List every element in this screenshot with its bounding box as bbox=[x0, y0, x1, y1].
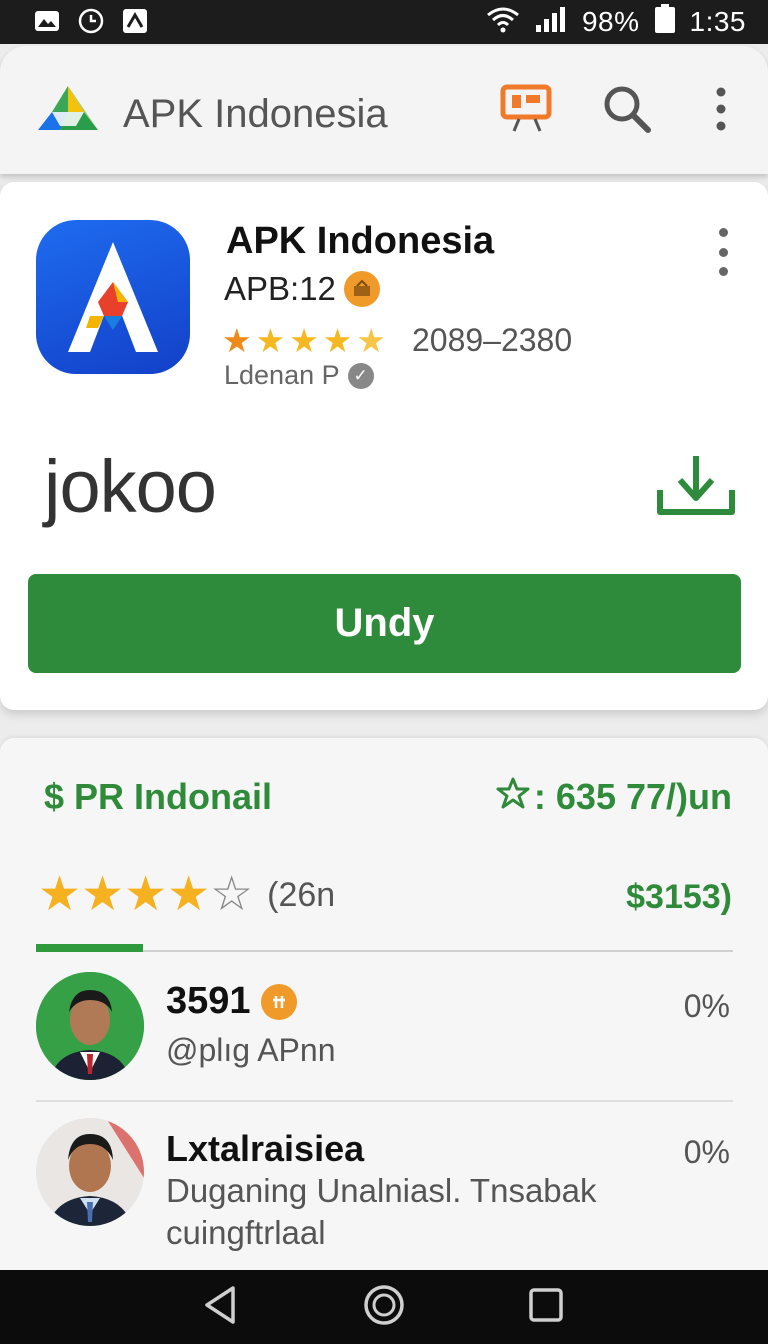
search-icon bbox=[602, 84, 652, 139]
star-icon: ★ bbox=[356, 321, 386, 359]
app-icon bbox=[36, 220, 190, 374]
battery-icon bbox=[654, 4, 676, 39]
search-button[interactable] bbox=[598, 82, 656, 140]
status-bar: 98% 1:35 bbox=[0, 0, 768, 44]
battery-percent: 98% bbox=[581, 5, 640, 37]
app-bar-title: APK Indonesia bbox=[123, 92, 388, 136]
presentation-button[interactable] bbox=[498, 82, 556, 140]
notification-icon bbox=[122, 8, 148, 34]
app-card-more-button[interactable] bbox=[708, 228, 738, 276]
clock-icon bbox=[78, 8, 104, 34]
back-button[interactable] bbox=[196, 1283, 244, 1331]
review-percent: 0% bbox=[683, 1134, 730, 1170]
star-icon: ★ bbox=[322, 321, 353, 359]
reviews-card: $ PR Indonail : 635 77/)un ★ ★ ★ ★ ☆ (26… bbox=[0, 738, 768, 1344]
star-icon: ★ bbox=[124, 868, 168, 921]
star-icon: ★ bbox=[289, 321, 319, 359]
home-circle-icon bbox=[362, 1283, 406, 1332]
verified-check-icon: ✓ bbox=[347, 362, 374, 389]
recents-button[interactable] bbox=[522, 1283, 570, 1331]
app-bar: APK Indonesia bbox=[0, 46, 768, 174]
review-divider bbox=[36, 1100, 733, 1102]
reviewer-name: Lxtalraisiea bbox=[166, 1128, 365, 1169]
app-rating-stars: ★ ★ ★ ★ ★ bbox=[222, 321, 386, 359]
more-vert-button[interactable] bbox=[692, 82, 750, 140]
star-icon: ★ bbox=[222, 321, 252, 359]
app-downloads: 2089–2380 bbox=[411, 322, 573, 358]
star-outline-icon bbox=[496, 776, 530, 818]
avatar bbox=[36, 972, 144, 1080]
gallery-icon bbox=[34, 8, 60, 34]
triangle-logo-icon bbox=[36, 82, 100, 142]
star-icon: ★ bbox=[255, 321, 286, 359]
wifi-icon bbox=[486, 5, 520, 38]
back-triangle-icon bbox=[203, 1285, 237, 1330]
review-body: Duganing Unalniasl. Tnsabak cuingftrlaal bbox=[166, 1172, 597, 1251]
recents-square-icon bbox=[528, 1287, 564, 1328]
app-version: APB:12 bbox=[224, 270, 336, 307]
download-icon[interactable] bbox=[656, 452, 738, 518]
brand-wordmark: jokoo bbox=[44, 445, 217, 528]
tab-indicator bbox=[36, 944, 143, 952]
avatar bbox=[36, 1118, 144, 1226]
clock-time: 1:35 bbox=[689, 5, 746, 37]
star-icon: ★ bbox=[81, 868, 125, 921]
presentation-icon bbox=[499, 83, 555, 140]
rating-summary-text: : 635 77/)un bbox=[533, 776, 732, 817]
more-vert-icon bbox=[714, 87, 728, 136]
app-details-card: APK Indonesia APB:12 ★ ★ ★ ★ ★ 2089–2380… bbox=[0, 182, 768, 710]
star-empty-icon: ☆ bbox=[210, 868, 254, 921]
navigation-bar bbox=[0, 1270, 768, 1344]
review-count: (26n bbox=[267, 875, 336, 914]
price-value: $3153) bbox=[626, 878, 732, 916]
reviewer-handle: @plıg APnn bbox=[166, 1032, 336, 1068]
developer-name[interactable]: Ldenan P bbox=[224, 360, 340, 391]
reviewer-name: 3591 bbox=[166, 980, 251, 1022]
coin-badge-icon bbox=[260, 983, 297, 1020]
review-percent: 0% bbox=[683, 988, 730, 1024]
editor-badge-icon bbox=[343, 271, 380, 307]
rating-summary: : 635 77/)un bbox=[496, 776, 732, 818]
star-icon: ★ bbox=[167, 868, 211, 921]
signal-icon bbox=[534, 5, 568, 38]
star-icon: ★ bbox=[38, 868, 82, 921]
home-button[interactable] bbox=[360, 1283, 408, 1331]
price-title: $ PR Indonail bbox=[44, 776, 273, 817]
install-button[interactable]: Undy bbox=[28, 574, 741, 673]
app-name: APK Indonesia bbox=[226, 220, 495, 262]
